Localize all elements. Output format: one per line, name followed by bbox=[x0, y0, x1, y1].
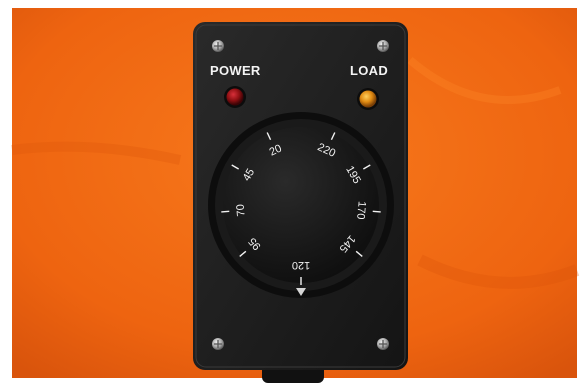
screw-icon bbox=[212, 40, 224, 52]
photo: 20457095120145170195220 bbox=[0, 0, 587, 383]
dial-tick-label: 170 bbox=[354, 201, 368, 220]
photo-scene: 20 45 70 95 120 145 170 195 220 POWER LOAD bbox=[0, 0, 587, 383]
dial-tick bbox=[372, 210, 381, 213]
dial-tick-label: 70 bbox=[235, 204, 248, 217]
power-led-icon bbox=[226, 88, 244, 106]
screw-icon bbox=[212, 338, 224, 350]
dial-tick-label: 120 bbox=[292, 259, 310, 271]
screw-icon bbox=[377, 40, 389, 52]
screw-icon bbox=[377, 338, 389, 350]
load-label: LOAD bbox=[350, 63, 389, 78]
dial-tick bbox=[221, 210, 230, 213]
power-label: POWER bbox=[210, 63, 261, 78]
load-led-icon bbox=[359, 90, 377, 108]
